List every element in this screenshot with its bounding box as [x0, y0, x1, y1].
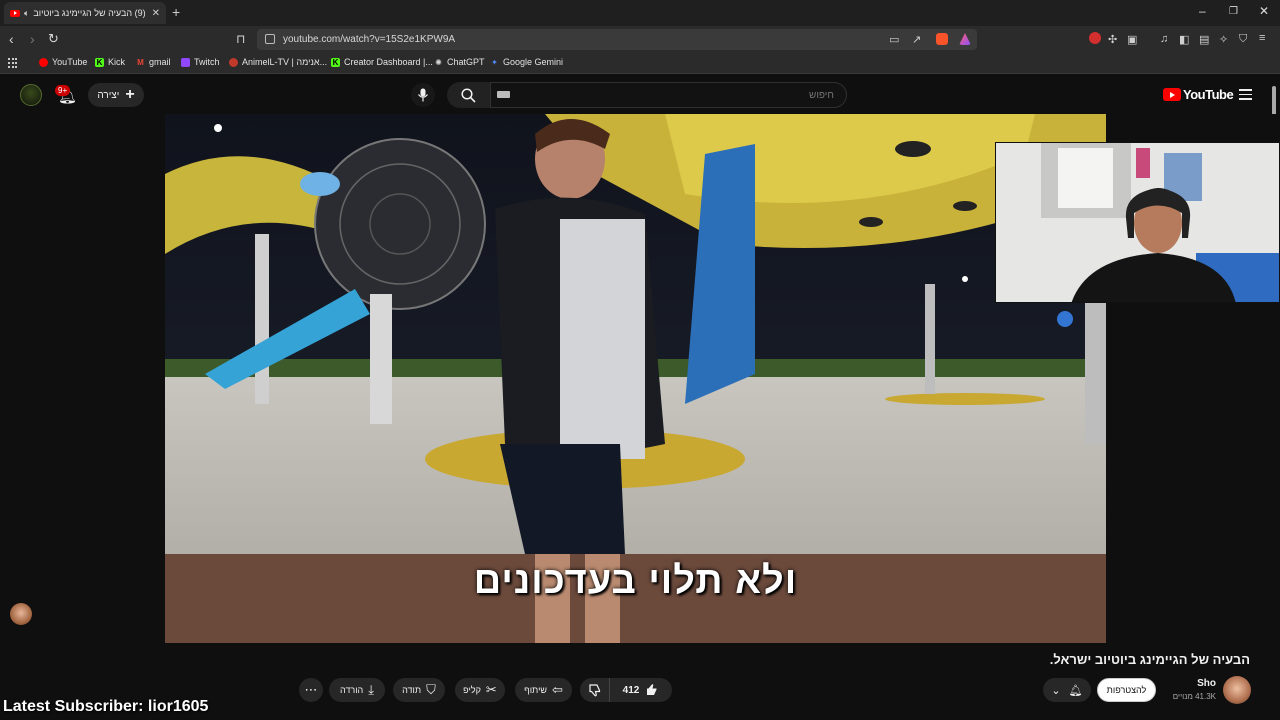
notifications-badge: 9+	[55, 85, 71, 96]
share-label: שיתוף	[524, 685, 547, 695]
youtube-icon	[39, 57, 48, 67]
apps-grid-icon[interactable]	[8, 58, 18, 68]
youtube-play-icon	[1163, 88, 1181, 101]
subscription-bell-icon: 🔔︎	[1068, 684, 1083, 697]
subscriber-count: 41.3K מנויים	[1172, 692, 1216, 701]
account-avatar[interactable]	[20, 84, 42, 106]
browser-window: 🔈︎ (9) הבעיה של הגיימינג ביוטיוב ✕ + – ❐…	[0, 0, 1280, 720]
bookmark-creator-dashboard[interactable]: K Creator Dashboard |...	[331, 57, 433, 67]
media-icon[interactable]: ♫	[1160, 33, 1168, 45]
forward-icon[interactable]: ›	[30, 31, 35, 47]
youtube-favicon-icon	[10, 9, 20, 17]
bookmark-animel[interactable]: AnimelL-TV | אנימה...	[229, 57, 327, 67]
dislike-button[interactable]	[580, 678, 610, 702]
create-button[interactable]: יצירה +	[88, 83, 144, 107]
bookmark-gmail[interactable]: M gmail	[136, 57, 170, 67]
thumbs-down-icon	[588, 684, 600, 697]
back-icon[interactable]: ‹	[9, 31, 14, 47]
leo-ai-icon[interactable]: ✧	[1219, 33, 1228, 46]
video-player[interactable]: ולא תלוי בעדכונים	[165, 114, 1106, 643]
clip-label: קליפ	[463, 685, 481, 695]
kick-icon: K	[95, 57, 104, 67]
brave-rewards-icon[interactable]	[959, 33, 971, 45]
speaker-icon[interactable]: 🔈︎	[24, 8, 29, 19]
join-button[interactable]: להצטרפות	[1097, 678, 1156, 702]
logo-text: YouTube	[1183, 87, 1234, 102]
channel-avatar[interactable]	[1223, 676, 1251, 704]
keyboard-icon[interactable]	[497, 91, 510, 98]
chevron-down-icon: ⌄	[1051, 684, 1061, 697]
bookmark-twitch[interactable]: Twitch	[181, 57, 220, 67]
bookmark-chatgpt[interactable]: ✺ ChatGPT	[434, 57, 484, 67]
kick-icon: K	[331, 57, 340, 67]
thumbs-up-icon	[647, 684, 657, 695]
download-button[interactable]: הורדה ⤓	[329, 678, 385, 702]
floating-avatar[interactable]	[10, 603, 32, 625]
brave-shield-icon[interactable]	[936, 33, 948, 45]
plus-icon: +	[125, 86, 135, 103]
browser-tab[interactable]: 🔈︎ (9) הבעיה של הגיימינג ביוטיוב ✕	[4, 2, 166, 24]
minimize-icon[interactable]: –	[1199, 4, 1206, 18]
url-text: youtube.com/watch?v=15S2e1KPW9A	[283, 34, 456, 45]
download-icon: ⤓	[368, 682, 375, 697]
maximize-icon[interactable]: ❐	[1229, 6, 1238, 17]
close-window-icon[interactable]: ✕	[1259, 4, 1269, 18]
webcam-feed	[996, 143, 1279, 302]
share-button[interactable]: שיתוף ⇦	[515, 678, 572, 702]
youtube-logo[interactable]: YouTube	[1163, 87, 1234, 102]
gemini-icon: ✦	[491, 57, 498, 67]
like-count: 412	[622, 684, 640, 696]
gmail-icon: M	[137, 57, 144, 67]
thanks-label: תודה	[402, 685, 422, 695]
share-page-icon[interactable]: ↗	[912, 33, 921, 46]
wallet-icon[interactable]: ▤	[1199, 33, 1209, 46]
animel-icon	[229, 57, 238, 67]
more-icon: ⋯	[304, 682, 318, 697]
twitch-icon	[181, 57, 190, 67]
scissors-icon: ✂	[485, 682, 497, 697]
bookmark-icon[interactable]: ⊓	[236, 31, 245, 47]
create-label: יצירה	[97, 89, 120, 101]
guide-menu-icon[interactable]	[1239, 89, 1252, 100]
like-button[interactable]: 412	[610, 678, 672, 702]
menu-icon[interactable]: ≡	[1259, 32, 1265, 44]
more-actions-button[interactable]: ⋯	[299, 678, 323, 702]
webcam-overlay	[995, 142, 1280, 303]
microphone-icon	[418, 88, 428, 102]
video-title: הבעיה של הגיימינג ביוטיוב ישראל.	[1049, 652, 1250, 667]
extensions-icon[interactable]: ✣	[1108, 33, 1117, 46]
voice-search-button[interactable]	[411, 83, 435, 107]
reload-icon[interactable]: ↻	[48, 31, 59, 47]
search-icon	[461, 87, 476, 103]
channel-name[interactable]: Sho	[1197, 678, 1216, 689]
record-extension-icon[interactable]	[1089, 32, 1101, 44]
tab-strip: 🔈︎ (9) הבעיה של הגיימינג ביוטיוב ✕ + – ❐…	[0, 0, 1280, 26]
video-subtitle: ולא תלוי בעדכונים	[473, 560, 798, 602]
vpn-icon[interactable]: ⛉	[1239, 33, 1247, 46]
search-button[interactable]	[447, 82, 490, 108]
chatgpt-icon: ✺	[435, 57, 442, 67]
notification-settings-button[interactable]: ⌄ 🔔︎	[1043, 678, 1091, 702]
share-icon: ⇦	[552, 682, 563, 697]
new-tab-icon[interactable]: +	[172, 4, 180, 20]
bookmark-gemini[interactable]: ✦ Google Gemini	[490, 57, 563, 67]
cast-icon[interactable]: ▭	[889, 33, 899, 46]
download-label: הורדה	[339, 685, 364, 695]
navigation-bar: ‹ › ↻ ⊓ youtube.com/watch?v=15S2e1KPW9A …	[0, 26, 1280, 53]
bookmark-kick[interactable]: K Kick	[95, 57, 125, 67]
address-bar[interactable]: youtube.com/watch?v=15S2e1KPW9A ▭ ↗	[257, 29, 977, 50]
thanks-icon: ⛉	[426, 682, 436, 697]
latest-subscriber-overlay: Latest Subscriber: lior1605	[3, 698, 209, 715]
search-input[interactable]	[490, 82, 847, 108]
tab-title: (9) הבעיה של הגיימינג ביוטיוב	[33, 8, 146, 18]
sidebar-icon[interactable]: ◧	[1179, 33, 1189, 46]
site-info-icon[interactable]	[265, 34, 275, 44]
clip-button[interactable]: קליפ ✂	[455, 678, 505, 702]
bookmark-youtube[interactable]: YouTube	[39, 57, 87, 67]
thanks-button[interactable]: תודה ⛉	[393, 678, 445, 702]
close-tab-icon[interactable]: ✕	[152, 8, 160, 19]
translate-icon[interactable]: ▣	[1127, 33, 1137, 46]
